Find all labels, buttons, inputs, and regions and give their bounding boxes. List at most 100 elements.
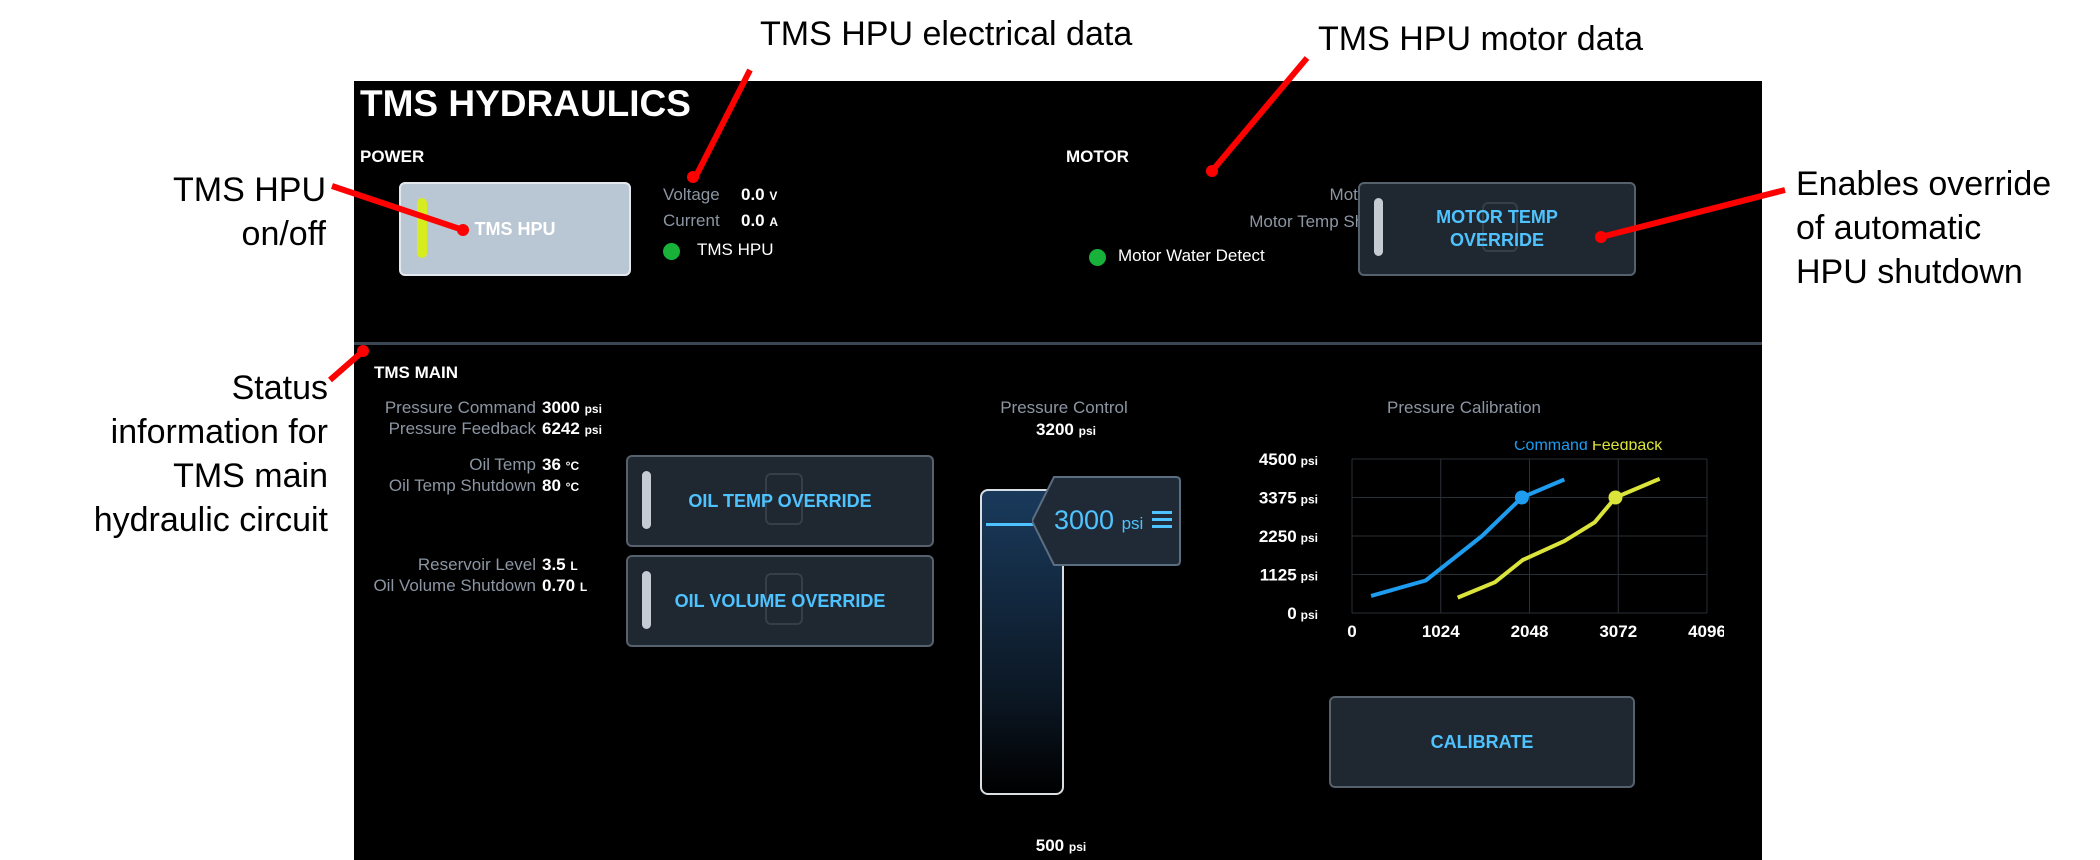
voltage-number: 0.0 — [741, 185, 765, 204]
pcmd-unit: psi — [584, 402, 602, 416]
chart-series-line-command — [1370, 477, 1566, 598]
chart-y-tick-unit: psi — [1301, 454, 1318, 468]
pressure-calibration-chart: 0 psi 1125 psi 2250 psi 3375 psi 4500 psi 0 1024 204… — [1259, 441, 1724, 641]
oil-volume-override-label: OIL VOLUME OVERRIDE — [674, 591, 886, 611]
calibrate-button-label: CALIBRATE — [1430, 732, 1534, 752]
chart-x-tick-label: 0 — [1347, 622, 1356, 641]
pressure-control-max: 3200 psi — [991, 420, 1141, 440]
pressure-command-label: Pressure Command — [384, 398, 536, 417]
setpoint-number: 3000 — [1054, 504, 1115, 535]
chart-y-tick-unit: psi — [1301, 493, 1318, 507]
chart-y-tick-label: 2250 psi — [1259, 527, 1318, 546]
chart-series-marker-command — [1514, 490, 1529, 505]
chart-x-tick-label: 3072 — [1599, 622, 1637, 641]
res-number: 3.5 — [542, 555, 566, 574]
pc-min-unit: psi — [1068, 840, 1087, 854]
section-divider — [354, 342, 1762, 345]
callout-line: hydraulic circuit — [93, 501, 328, 539]
voltage-unit: V — [769, 189, 778, 203]
page-title: TMS HYDRAULICS — [360, 83, 691, 124]
pc-min-number: 500 — [1035, 836, 1065, 855]
calibrate-button[interactable]: CALIBRATE — [1329, 696, 1635, 788]
motor-temp-override-line2: OVERRIDE — [1449, 230, 1545, 250]
hpu-indicator-label: TMS HPU — [697, 240, 774, 259]
current-label: Current — [663, 211, 720, 230]
callout-line: information for — [110, 413, 328, 451]
menu-icon — [1152, 510, 1172, 528]
callout-line: on/off — [241, 215, 326, 253]
pressure-command-value: 3000 psi — [542, 398, 602, 418]
tms-hpu-button[interactable]: TMS HPU — [399, 182, 631, 276]
callout-electrical-data: TMS HPU electrical data — [760, 15, 1133, 53]
pressure-calibration-title: Pressure Calibration — [1386, 398, 1541, 417]
chart-y-tick-unit: psi — [1301, 531, 1318, 545]
pfb-unit: psi — [584, 423, 602, 437]
pressure-feedback-label: Pressure Feedback — [388, 419, 536, 438]
chart-y-tick-unit: psi — [1301, 608, 1318, 622]
setpoint-unit: psi — [1121, 513, 1144, 533]
reservoir-level-label: Reservoir Level — [417, 555, 536, 574]
oil-volume-override-button[interactable]: OIL VOLUME OVERRIDE — [626, 555, 934, 647]
pressure-slider-handle[interactable]: 3000 psi — [1032, 475, 1182, 567]
callout-line: HPU shutdown — [1796, 253, 2023, 291]
chart-y-tick-label: 3375 psi — [1259, 489, 1318, 508]
otemp-number: 36 — [542, 455, 561, 474]
callout-line: TMS main — [173, 457, 328, 495]
pressure-control-title: Pressure Control — [1000, 398, 1128, 417]
oshut-unit: °C — [565, 480, 580, 494]
power-section-title: POWER — [360, 147, 425, 166]
hpu-indicator-led — [663, 243, 680, 260]
chart-series-marker-feedback — [1608, 490, 1623, 505]
pressure-feedback-value: 6242 psi — [542, 419, 602, 439]
pfb-number: 6242 — [542, 419, 580, 438]
chart-series-line-feedback — [1456, 476, 1661, 600]
current-unit: A — [769, 215, 779, 229]
pcmd-number: 3000 — [542, 398, 580, 417]
vol-number: 0.70 — [542, 576, 576, 595]
tms-hydraulics-panel: TMS HYDRAULICS POWER TMS HPU Voltage 0.0… — [354, 81, 1762, 860]
oil-temp-value: 36 °C — [542, 455, 579, 475]
chart-y-tick-label: 0 psi — [1287, 604, 1318, 623]
callout-line: of automatic — [1796, 209, 1982, 247]
pressure-setpoint-readout: 3000 psi — [1054, 505, 1143, 536]
pc-max-unit: psi — [1078, 424, 1096, 438]
pressure-control-min: 500 psi — [986, 836, 1136, 856]
oil-temp-shutdown-label: Oil Temp Shutdown — [388, 476, 536, 495]
motor-water-label: Motor Water Detect — [1118, 246, 1265, 265]
oshut-number: 80 — [542, 476, 561, 495]
callout-hpu-onoff: TMS HPU on/off — [140, 168, 326, 256]
vol-unit: L — [579, 580, 588, 594]
current-value: 0.0 A — [741, 211, 778, 231]
callout-line: Enables override — [1796, 165, 2052, 203]
voltage-value: 0.0 V — [741, 185, 777, 205]
motor-section-title: MOTOR — [1066, 147, 1129, 166]
chart-legend-feedback: Feedback — [1592, 441, 1663, 454]
tms-hpu-button-label: TMS HPU — [474, 219, 556, 239]
chart-legend-command: Command — [1514, 441, 1588, 454]
chart-y-tick-label: 4500 psi — [1259, 450, 1318, 469]
reservoir-level-value: 3.5 L — [542, 555, 578, 575]
current-number: 0.0 — [741, 211, 765, 230]
motor-temp-override-button[interactable]: MOTOR TEMP OVERRIDE — [1358, 182, 1636, 276]
motor-water-led — [1089, 249, 1106, 266]
res-unit: L — [570, 559, 578, 573]
callout-line: TMS HPU — [173, 171, 326, 209]
tms-main-section-title: TMS MAIN — [374, 363, 459, 382]
motor-temp-override-line1: MOTOR TEMP — [1436, 207, 1558, 227]
chart-y-tick-label: 1125 psi — [1260, 566, 1318, 585]
chart-y-tick-unit: psi — [1301, 570, 1318, 584]
chart-x-tick-label: 4096 — [1688, 622, 1724, 641]
oil-volume-shutdown-value: 0.70 L — [542, 576, 587, 596]
pc-max-number: 3200 — [1036, 420, 1074, 439]
otemp-unit: °C — [565, 459, 580, 473]
oil-volume-shutdown-label: Oil Volume Shutdown — [373, 576, 536, 595]
oil-temp-override-label: OIL TEMP OVERRIDE — [688, 491, 872, 511]
oil-temp-shutdown-value: 80 °C — [542, 476, 579, 496]
callout-line: Status — [231, 369, 328, 407]
callout-motor-data: TMS HPU motor data — [1318, 20, 1643, 58]
oil-temp-override-button[interactable]: OIL TEMP OVERRIDE — [626, 455, 934, 547]
chart-x-tick-label: 1024 — [1422, 622, 1460, 641]
voltage-label: Voltage — [663, 185, 720, 204]
callout-status: Status information for TMS main hydrauli… — [20, 366, 328, 542]
chart-x-tick-label: 2048 — [1511, 622, 1549, 641]
